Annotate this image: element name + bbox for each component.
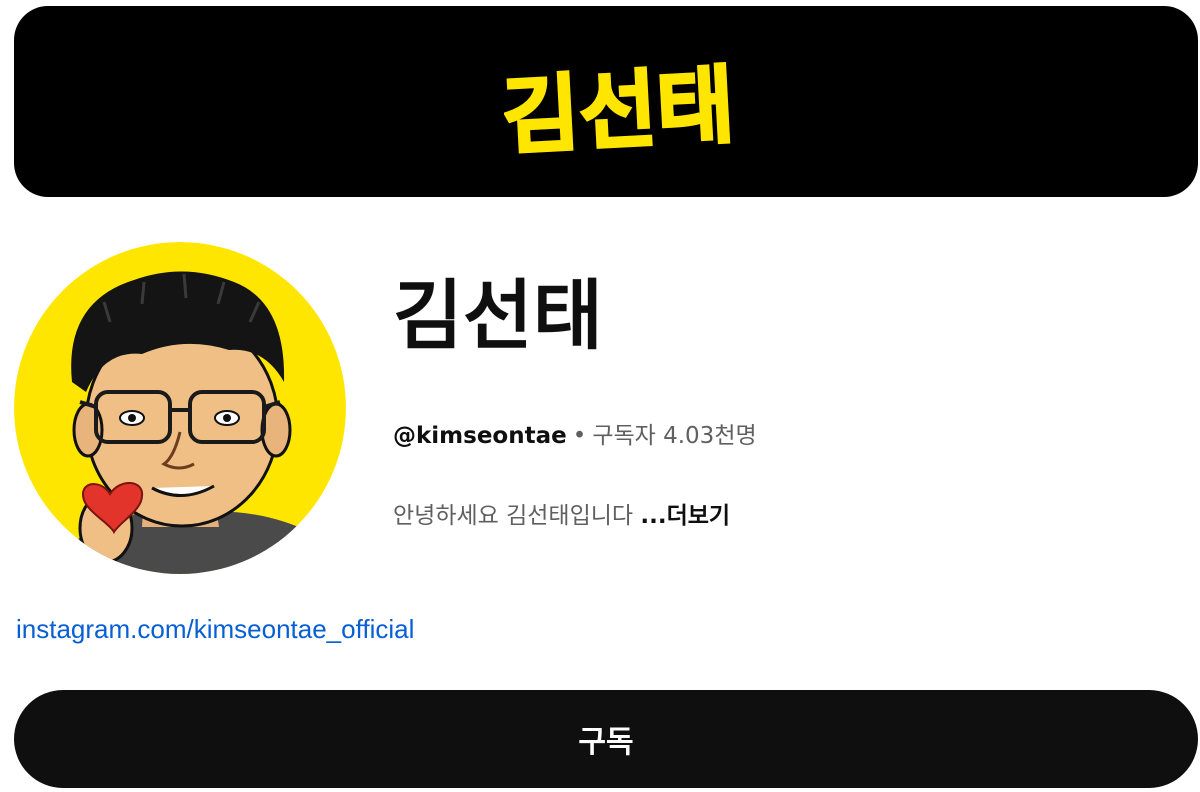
subscriber-count: 구독자 4.03천명 [592, 423, 757, 449]
channel-meta: @kimseontae • 구독자 4.03천명 [393, 422, 757, 452]
channel-name: 김선태 [393, 271, 603, 360]
channel-handle: @kimseontae [393, 423, 567, 449]
meta-separator: • [572, 423, 587, 449]
subscribe-button[interactable]: 구독 [14, 690, 1198, 788]
channel-banner: 김선태 [14, 6, 1198, 197]
instagram-link[interactable]: instagram.com/kimseontae_official [16, 613, 414, 647]
avatar-illustration-icon [14, 242, 346, 574]
banner-logo: 김선태 [504, 54, 732, 166]
channel-description[interactable]: 안녕하세요 김선태입니다 ...더보기 [393, 502, 730, 532]
description-text: 안녕하세요 김선태입니다 [393, 503, 634, 529]
channel-avatar[interactable] [14, 242, 346, 574]
banner-logo-text: 김선태 [504, 56, 732, 166]
more-button[interactable]: ...더보기 [640, 503, 730, 529]
